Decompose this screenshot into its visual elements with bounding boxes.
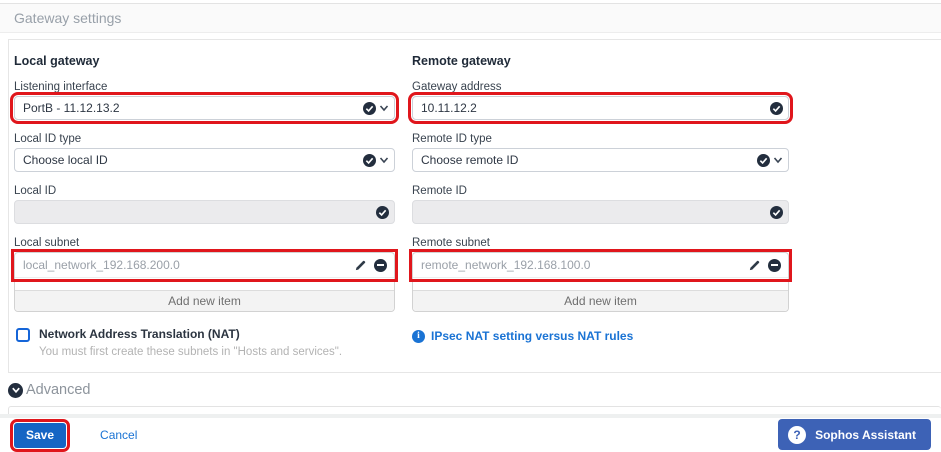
nat-info-row: i IPsec NAT setting versus NAT rules xyxy=(412,329,789,343)
remote-gateway-column: Remote gateway Gateway address 10.11.12.… xyxy=(412,44,789,358)
chevron-down-icon xyxy=(379,103,389,113)
valid-check-icon xyxy=(757,154,770,167)
gateway-address-label: Gateway address xyxy=(412,81,789,93)
info-icon: i xyxy=(412,330,425,343)
item-icon-group xyxy=(748,253,781,277)
remote-gateway-heading: Remote gateway xyxy=(412,54,789,68)
chevron-down-icon xyxy=(773,155,783,165)
remote-id-input xyxy=(412,200,789,224)
edit-pencil-icon[interactable] xyxy=(748,259,761,272)
list-empty-space xyxy=(413,278,788,290)
local-id-type-label: Local ID type xyxy=(14,133,395,145)
gateway-address-value: 10.11.12.2 xyxy=(421,101,477,115)
remote-id-type-value: Choose remote ID xyxy=(421,153,518,167)
remote-subnet-add-button[interactable]: Add new item xyxy=(413,290,788,311)
valid-check-icon xyxy=(363,102,376,115)
edit-pencil-icon[interactable] xyxy=(354,259,367,272)
remote-id-type-label: Remote ID type xyxy=(412,133,789,145)
page-title: Gateway settings xyxy=(14,10,121,26)
cancel-link[interactable]: Cancel xyxy=(100,428,137,442)
panel-right-spacer xyxy=(806,44,941,358)
field-icon-group xyxy=(770,201,783,223)
field-icon-group xyxy=(757,149,783,171)
chevron-down-circle-icon xyxy=(8,383,23,398)
local-id-type-value: Choose local ID xyxy=(23,153,108,167)
local-id-input xyxy=(14,200,395,224)
remote-subnet-item-value: remote_network_192.168.100.0 xyxy=(421,258,590,272)
local-gateway-column: Local gateway Listening interface PortB … xyxy=(14,44,395,358)
listening-interface-label: Listening interface xyxy=(14,81,395,93)
remove-minus-icon[interactable] xyxy=(374,259,387,272)
footer-bar: Save Cancel ? Sophos Assistant xyxy=(0,414,941,452)
remove-minus-icon[interactable] xyxy=(768,259,781,272)
local-subnet-list: local_network_192.168.200.0 Add new item xyxy=(14,252,395,312)
item-icon-group xyxy=(354,253,387,277)
field-icon-group xyxy=(363,97,389,119)
valid-check-icon xyxy=(376,206,389,219)
advanced-toggle[interactable]: Advanced xyxy=(8,382,941,398)
sophos-assistant-label: Sophos Assistant xyxy=(815,428,916,442)
section-titlebar: Gateway settings xyxy=(0,3,941,33)
field-icon-group xyxy=(770,97,783,119)
field-icon-group xyxy=(363,149,389,171)
nat-hint: You must first create these subnets in "… xyxy=(39,346,342,358)
remote-id-type-select[interactable]: Choose remote ID xyxy=(412,148,789,172)
question-bubble-icon: ? xyxy=(788,426,806,444)
local-subnet-add-button[interactable]: Add new item xyxy=(15,290,394,311)
chevron-down-icon xyxy=(379,155,389,165)
local-subnet-item-value: local_network_192.168.200.0 xyxy=(23,258,180,272)
local-id-type-select[interactable]: Choose local ID xyxy=(14,148,395,172)
gateway-settings-panel: Local gateway Listening interface PortB … xyxy=(8,39,941,373)
remote-id-label: Remote ID xyxy=(412,185,789,197)
local-gateway-heading: Local gateway xyxy=(14,54,395,68)
ipsec-nat-link[interactable]: IPsec NAT setting versus NAT rules xyxy=(431,329,633,343)
local-subnet-label: Local subnet xyxy=(14,237,395,249)
valid-check-icon xyxy=(363,154,376,167)
remote-subnet-item: remote_network_192.168.100.0 xyxy=(413,253,788,278)
nat-row: Network Address Translation (NAT) You mu… xyxy=(14,327,395,358)
local-id-label: Local ID xyxy=(14,185,395,197)
list-empty-space xyxy=(15,278,394,290)
local-subnet-item: local_network_192.168.200.0 xyxy=(15,253,394,278)
valid-check-icon xyxy=(770,102,783,115)
remote-subnet-list: remote_network_192.168.100.0 Add new ite… xyxy=(412,252,789,312)
listening-interface-value: PortB - 11.12.13.2 xyxy=(23,101,120,115)
nat-text-block: Network Address Translation (NAT) You mu… xyxy=(39,327,342,358)
nat-label: Network Address Translation (NAT) xyxy=(39,327,342,341)
valid-check-icon xyxy=(770,206,783,219)
sophos-assistant-button[interactable]: ? Sophos Assistant xyxy=(778,419,931,450)
nat-checkbox[interactable] xyxy=(16,328,30,342)
listening-interface-select[interactable]: PortB - 11.12.13.2 xyxy=(14,96,395,120)
gateway-address-input[interactable]: 10.11.12.2 xyxy=(412,96,789,120)
remote-subnet-label: Remote subnet xyxy=(412,237,789,249)
advanced-label: Advanced xyxy=(26,382,91,398)
field-icon-group xyxy=(376,201,389,223)
save-button[interactable]: Save xyxy=(14,423,66,448)
